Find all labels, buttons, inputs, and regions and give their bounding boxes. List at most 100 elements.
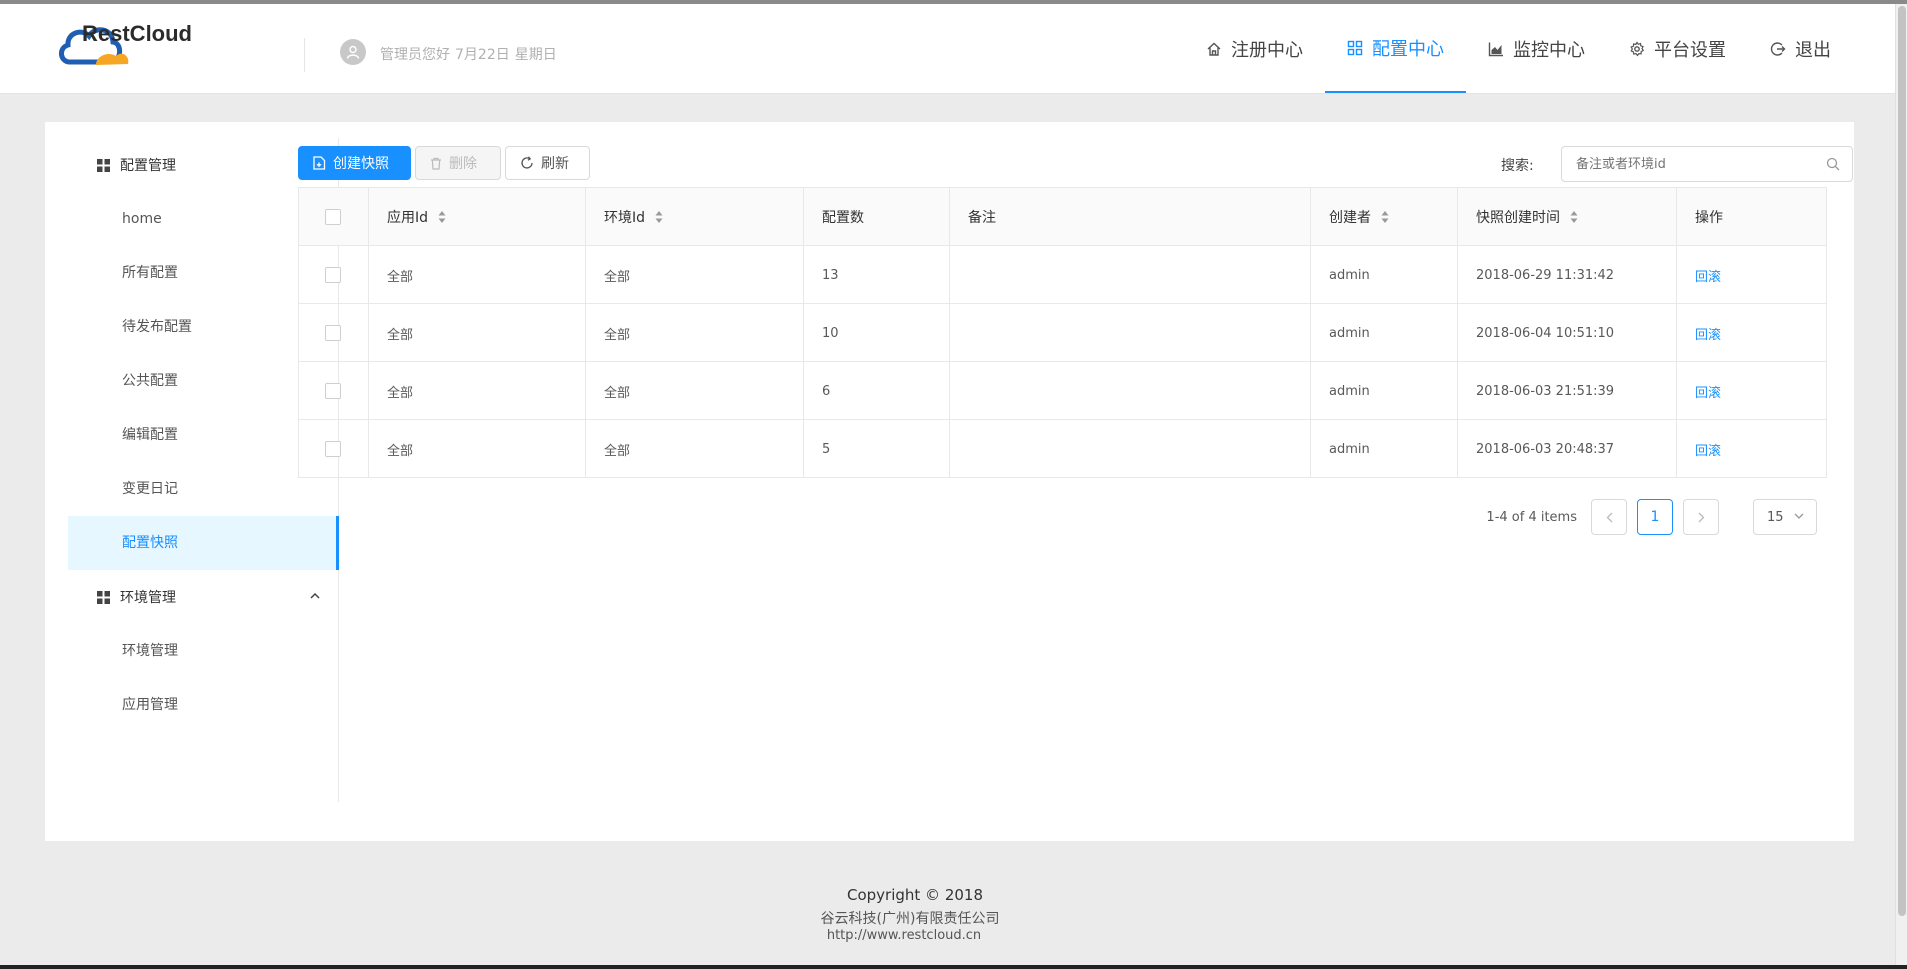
- row-checkbox[interactable]: [325, 383, 341, 399]
- refresh-icon: [521, 156, 533, 169]
- rollback-link[interactable]: 回滚: [1695, 382, 1721, 401]
- table-header-row: 应用Id 环境Id 配置数 备注 创建者 快照创建时间 操作: [299, 188, 1826, 246]
- nav-registry-center[interactable]: 注册中心: [1184, 4, 1325, 93]
- brand-name: RestCloud: [82, 21, 192, 46]
- user-greeting-text: 您好: [422, 47, 450, 63]
- refresh-label: 刷新: [541, 156, 569, 172]
- nav-logout[interactable]: 退出: [1748, 4, 1853, 93]
- cell-app-id: 全部: [369, 246, 586, 304]
- sort-icon[interactable]: [1381, 210, 1389, 224]
- column-title: 操作: [1695, 210, 1723, 226]
- header-divider: [304, 38, 305, 72]
- toolbar: 创建快照 删除 刷新 搜索:: [298, 146, 1853, 182]
- sidebar-item-config-snapshots[interactable]: 配置快照: [68, 516, 339, 570]
- sidebar-group-label: 环境管理: [120, 590, 176, 606]
- column-title: 创建者: [1329, 210, 1371, 226]
- chevron-down-icon: [1794, 513, 1804, 519]
- nav-config-center[interactable]: 配置中心: [1325, 4, 1466, 93]
- cell-app-id: 全部: [369, 304, 586, 362]
- scrollbar-thumb[interactable]: [1898, 6, 1906, 916]
- delete-button[interactable]: 删除: [415, 146, 501, 180]
- column-title: 配置数: [822, 210, 864, 226]
- next-page-button[interactable]: [1683, 499, 1719, 535]
- chevron-left-icon: [1606, 512, 1612, 522]
- rollback-link[interactable]: 回滚: [1695, 266, 1721, 285]
- sidebar-item-app-management[interactable]: 应用管理: [68, 678, 338, 732]
- appstore-icon: [97, 590, 110, 604]
- content-card: 配置管理 home 所有配置 待发布配置 公共配置 编辑配置 变更日记 配置快照…: [45, 122, 1854, 841]
- pagination: 1-4 of 4 items 1 15: [1486, 499, 1817, 535]
- nav-platform-settings[interactable]: 平台设置: [1607, 4, 1748, 93]
- footer-url[interactable]: http://www.restcloud.cn: [0, 928, 1820, 948]
- sidebar-group-env-management[interactable]: 环境管理: [68, 570, 338, 624]
- user-date: 7月22日: [455, 47, 510, 63]
- footer: Copyright © 2018 谷云科技(广州)有限责任公司 http://w…: [0, 886, 1820, 948]
- pagination-total: 1-4 of 4 items: [1486, 509, 1577, 525]
- cell-config-count: 13: [804, 246, 950, 304]
- trash-icon: [431, 157, 441, 170]
- cell-note: [950, 362, 1311, 420]
- cell-actions: 回滚: [1677, 304, 1824, 362]
- column-header-snapshot-time[interactable]: 快照创建时间: [1458, 188, 1677, 246]
- footer-company: 谷云科技(广州)有限责任公司: [820, 911, 1000, 927]
- chevron-up-icon: [310, 592, 320, 599]
- prev-page-button[interactable]: [1591, 499, 1627, 535]
- cell-creator: admin: [1311, 304, 1458, 362]
- row-checkbox[interactable]: [325, 441, 341, 457]
- user-icon: [346, 45, 360, 59]
- appstore-icon: [97, 158, 110, 172]
- delete-label: 删除: [449, 156, 477, 172]
- search-icon[interactable]: [1826, 157, 1840, 171]
- chevron-right-icon: [1698, 512, 1704, 522]
- user-greeting: 管理员您好 7月22日 星期日: [380, 44, 562, 64]
- footer-copyright: Copyright © 2018: [846, 886, 983, 904]
- sort-icon[interactable]: [655, 210, 663, 224]
- sort-icon[interactable]: [438, 210, 446, 224]
- refresh-button[interactable]: 刷新: [505, 146, 590, 180]
- cell-config-count: 5: [804, 420, 950, 478]
- row-select-cell: [299, 362, 369, 420]
- rollback-link[interactable]: 回滚: [1695, 324, 1721, 343]
- file-add-icon: [313, 156, 326, 170]
- area-chart-icon: [1488, 42, 1503, 56]
- column-header-env-id[interactable]: 环境Id: [586, 188, 804, 246]
- column-header-note: 备注: [950, 188, 1311, 246]
- row-checkbox[interactable]: [325, 325, 341, 341]
- row-checkbox[interactable]: [325, 267, 341, 283]
- sort-icon[interactable]: [1570, 210, 1578, 224]
- cell-note: [950, 304, 1311, 362]
- table-row: 全部 全部 6 admin 2018-06-03 21:51:39 回滚: [299, 362, 1826, 420]
- create-snapshot-button[interactable]: 创建快照: [298, 146, 411, 180]
- table-row: 全部 全部 5 admin 2018-06-03 20:48:37 回滚: [299, 420, 1826, 478]
- column-title: 应用Id: [387, 210, 429, 226]
- page-size-select[interactable]: 15: [1753, 499, 1817, 535]
- cell-creator: admin: [1311, 420, 1458, 478]
- cell-app-id: 全部: [369, 362, 586, 420]
- column-title: 备注: [968, 210, 996, 226]
- sidebar-group-label: 配置管理: [120, 158, 176, 174]
- user-avatar[interactable]: [340, 39, 366, 65]
- search-input[interactable]: [1574, 147, 1818, 181]
- user-weekday: 星期日: [514, 47, 557, 63]
- page-button-current[interactable]: 1: [1637, 499, 1673, 535]
- cell-config-count: 10: [804, 304, 950, 362]
- grid-icon: [1347, 40, 1363, 55]
- cell-env-id: 全部: [586, 246, 804, 304]
- column-header-creator[interactable]: 创建者: [1311, 188, 1458, 246]
- window-bottom-border: [0, 965, 1907, 969]
- user-role: 管理员: [380, 47, 422, 63]
- create-snapshot-label: 创建快照: [333, 156, 389, 172]
- select-all-checkbox[interactable]: [325, 209, 341, 225]
- nav-monitor-center[interactable]: 监控中心: [1466, 4, 1607, 93]
- nav-label: 退出: [1795, 39, 1831, 61]
- cell-note: [950, 246, 1311, 304]
- cell-env-id: 全部: [586, 304, 804, 362]
- sidebar-item-env-management[interactable]: 环境管理: [68, 624, 338, 678]
- main-nav: 注册中心 配置中心 监控中心 平台设置 退出: [1184, 4, 1853, 93]
- rollback-link[interactable]: 回滚: [1695, 440, 1721, 459]
- column-header-app-id[interactable]: 应用Id: [369, 188, 586, 246]
- vertical-scrollbar[interactable]: [1895, 4, 1907, 965]
- table-row: 全部 全部 13 admin 2018-06-29 11:31:42 回滚: [299, 246, 1826, 304]
- logout-icon: [1770, 41, 1786, 56]
- nav-label: 平台设置: [1654, 39, 1726, 61]
